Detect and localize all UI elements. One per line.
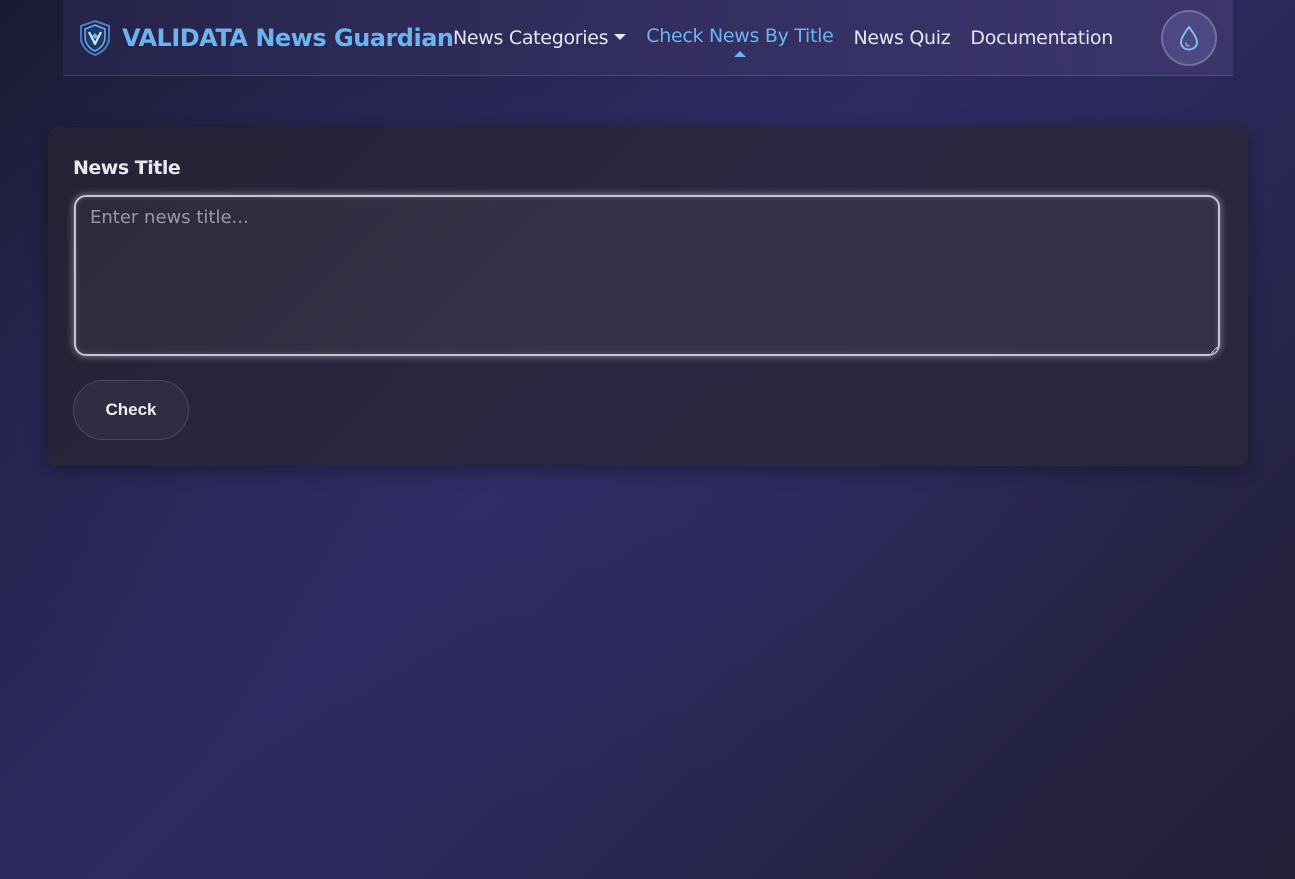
shield-icon — [79, 19, 111, 57]
active-indicator-icon — [733, 51, 746, 57]
caret-down-icon — [614, 33, 627, 40]
nav-item-label: Check News By Title — [646, 25, 834, 47]
nav-item-news-categories[interactable]: News Categories — [452, 27, 627, 49]
nav-item-label: News Categories — [452, 27, 609, 49]
nav-item-news-quiz[interactable]: News Quiz — [853, 27, 950, 49]
nav-item-label: Documentation — [970, 27, 1113, 49]
brand-name: VALIDATA News Guardian — [122, 24, 454, 52]
nav-item-check-news-by-title[interactable]: Check News By Title — [646, 25, 834, 57]
check-button[interactable]: Check — [73, 380, 189, 440]
nav-links: News Categories Check News By Title News… — [452, 22, 1133, 57]
navbar: VALIDATA News Guardian News Categories C… — [63, 0, 1233, 76]
droplet-icon — [1179, 25, 1199, 51]
theme-toggle-button[interactable] — [1161, 10, 1217, 66]
nav-item-documentation[interactable]: Documentation — [970, 27, 1113, 49]
nav-item-label: News Quiz — [853, 27, 951, 49]
check-news-card: News Title Check — [48, 127, 1248, 466]
brand[interactable]: VALIDATA News Guardian — [78, 18, 454, 58]
news-title-label: News Title — [73, 157, 181, 179]
news-title-input[interactable] — [74, 195, 1220, 356]
